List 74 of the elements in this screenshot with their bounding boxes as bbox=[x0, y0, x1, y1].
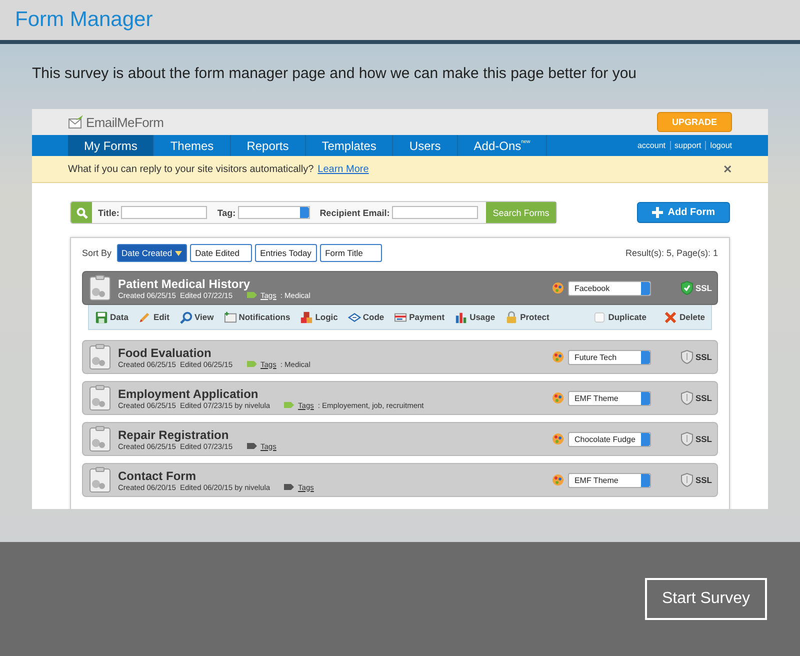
toolbar-action[interactable]: Code bbox=[348, 310, 384, 324]
account-link[interactable]: support bbox=[674, 141, 702, 150]
theme-select[interactable]: EMF Theme bbox=[568, 472, 652, 488]
form-title[interactable]: Employment Application bbox=[118, 386, 424, 400]
form-title[interactable]: Patient Medical History bbox=[118, 276, 310, 290]
palette-icon bbox=[552, 433, 564, 445]
form-title[interactable]: Repair Registration bbox=[118, 428, 276, 442]
theme-select[interactable]: Chocolate Fudge bbox=[568, 432, 652, 446]
pencil-icon bbox=[138, 310, 152, 324]
theme-select[interactable]: Facebook bbox=[568, 280, 652, 296]
note-icon bbox=[224, 310, 237, 324]
palette-icon bbox=[552, 474, 564, 486]
bar-chart-icon bbox=[454, 310, 468, 324]
theme-select[interactable]: EMF Theme bbox=[568, 390, 652, 406]
email-field[interactable] bbox=[392, 206, 478, 219]
toolbar-action[interactable]: Data bbox=[95, 310, 128, 324]
toolbar-action[interactable]: Protect bbox=[505, 310, 550, 324]
field-label: Tag: bbox=[217, 208, 236, 218]
toolbar-action[interactable]: Usage bbox=[454, 310, 496, 324]
tag-select[interactable] bbox=[238, 206, 310, 219]
start-survey-button[interactable]: Start Survey bbox=[644, 578, 767, 620]
toolbar-action[interactable]: Duplicate bbox=[593, 310, 646, 324]
clipboard-icon bbox=[88, 385, 112, 411]
account-link[interactable]: logout bbox=[710, 141, 732, 150]
blocks-icon bbox=[300, 310, 314, 324]
ssl-status: SSL bbox=[681, 432, 712, 446]
sort-option[interactable]: Date Edited bbox=[190, 244, 252, 262]
field-label: Title: bbox=[98, 208, 120, 218]
ssl-status: SSL bbox=[681, 350, 712, 364]
sort-label: Sort By bbox=[82, 248, 112, 258]
add-form-button[interactable]: Add Form bbox=[636, 202, 730, 223]
nav-tab[interactable]: My Forms bbox=[68, 135, 154, 156]
envelope-icon bbox=[68, 115, 84, 129]
sort-option[interactable]: Form Title bbox=[320, 244, 382, 262]
toolbar-action[interactable]: Notifications bbox=[224, 310, 290, 324]
clipboard-icon bbox=[88, 344, 112, 370]
toolbar-action[interactable]: Logic bbox=[300, 310, 338, 324]
clipboard-icon bbox=[88, 467, 112, 493]
toolbar-action[interactable]: View bbox=[180, 310, 214, 324]
palette-icon bbox=[552, 392, 564, 404]
ssl-status: SSL bbox=[681, 473, 712, 487]
search-icon[interactable] bbox=[71, 202, 92, 223]
sort-option[interactable]: Date Created bbox=[116, 244, 188, 262]
palette-icon bbox=[552, 351, 564, 363]
field-label: Recipient Email: bbox=[320, 208, 390, 218]
results-count: Result(s): 5, Page(s): 1 bbox=[625, 248, 718, 258]
palette-icon bbox=[552, 282, 564, 294]
theme-select[interactable]: Future Tech bbox=[568, 350, 652, 364]
caret-icon bbox=[175, 250, 182, 256]
account-link[interactable]: account bbox=[637, 141, 666, 150]
form-title[interactable]: Food Evaluation bbox=[118, 346, 310, 360]
lock-icon bbox=[505, 310, 518, 324]
code-icon bbox=[348, 310, 361, 324]
toolbar-action[interactable]: Payment bbox=[394, 310, 445, 324]
clipboard-icon bbox=[88, 275, 112, 301]
credit-card-icon bbox=[394, 310, 408, 324]
toolbar-action[interactable]: Edit bbox=[138, 310, 170, 324]
sort-option[interactable]: Entries Today bbox=[255, 244, 318, 262]
close-button[interactable]: ✕ bbox=[723, 162, 732, 176]
magnifier-icon bbox=[180, 310, 192, 324]
clipboard-icon bbox=[88, 426, 112, 452]
plus-icon bbox=[652, 207, 663, 218]
logo: EmailMeForm bbox=[68, 114, 164, 130]
delete-icon bbox=[664, 310, 678, 324]
notice-text: What if you can reply to your site visitors automatically? bbox=[68, 164, 314, 174]
learn-more-link[interactable]: Learn More bbox=[318, 164, 369, 174]
title-field[interactable] bbox=[121, 206, 208, 219]
ssl-status: SSL bbox=[681, 391, 712, 405]
toolbar-action[interactable]: Delete bbox=[664, 310, 705, 324]
page-title: Form Manager bbox=[15, 8, 153, 32]
ssl-status: SSL bbox=[681, 281, 712, 295]
square-icon bbox=[593, 310, 606, 324]
intro-text: This survey is about the form manager page and how we can make this page better for you bbox=[32, 64, 638, 84]
form-title[interactable]: Contact Form bbox=[118, 468, 314, 482]
